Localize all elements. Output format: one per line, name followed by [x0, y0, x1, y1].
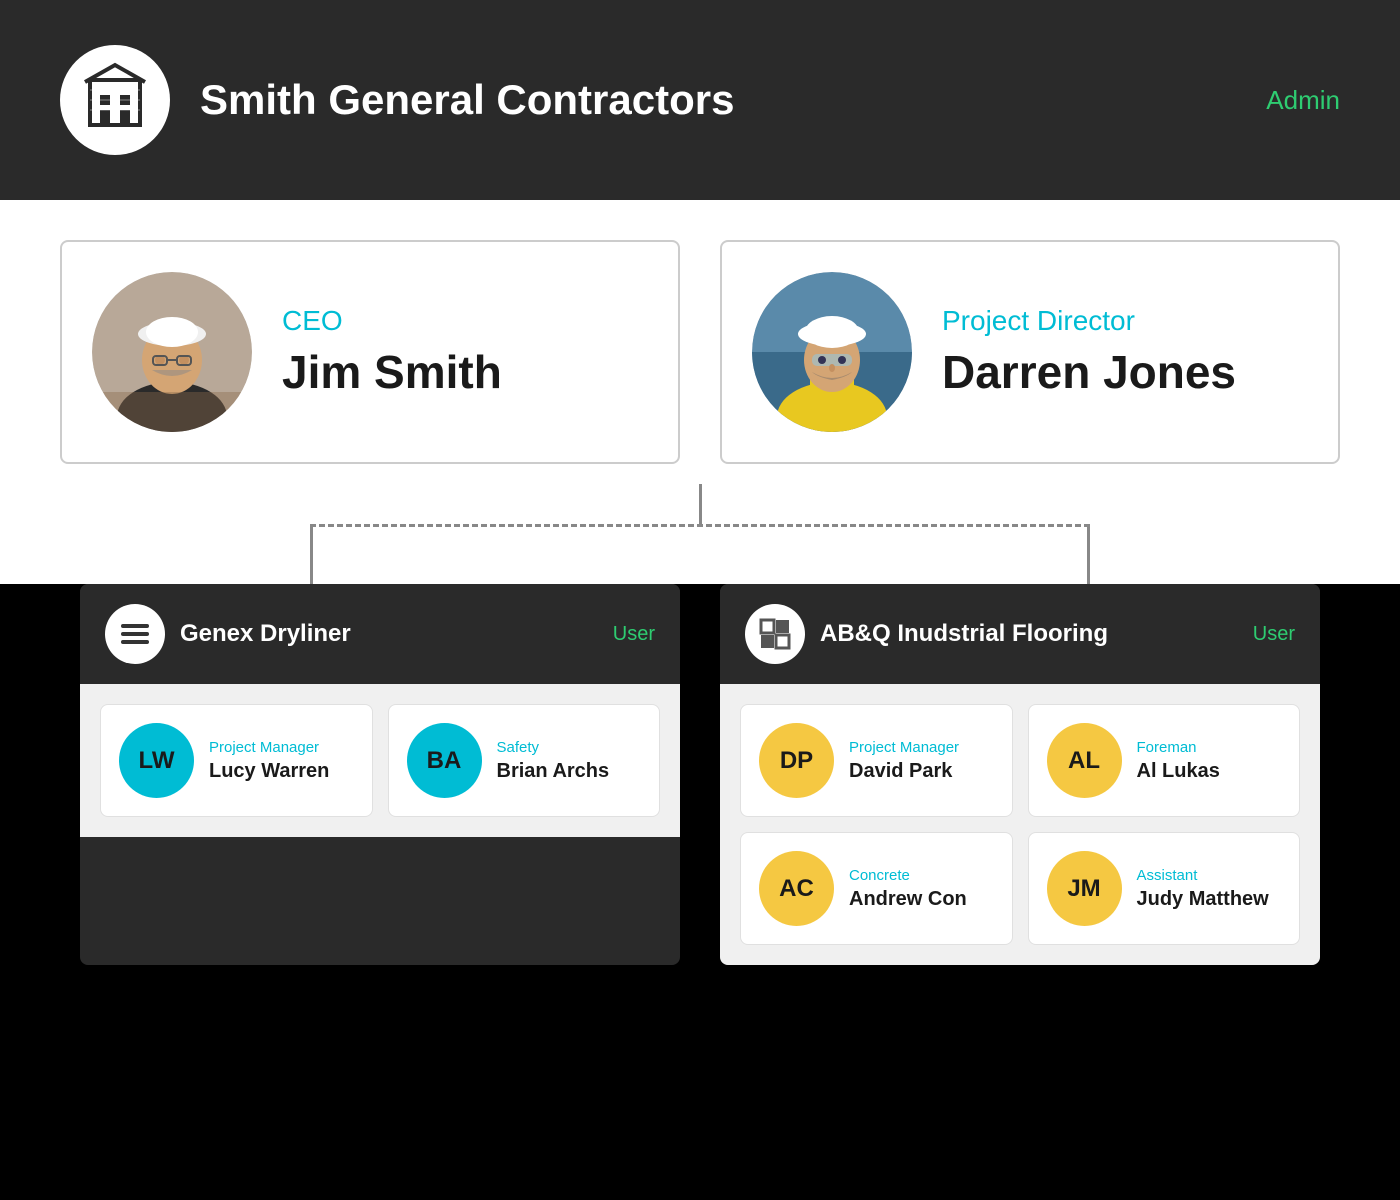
vertical-connector	[699, 484, 702, 524]
lw-info: Project Manager Lucy Warren	[209, 739, 329, 783]
header: Smith General Contractors Admin	[0, 0, 1400, 200]
ceo-photo	[92, 272, 252, 432]
avatar-al: AL	[1047, 723, 1122, 798]
abq-body: DP Project Manager David Park AL Foreman…	[720, 684, 1320, 965]
genex-logo-icon	[115, 614, 155, 654]
dp-name: David Park	[849, 760, 959, 783]
jm-name: Judy Matthew	[1137, 888, 1269, 911]
ac-name: Andrew Con	[849, 888, 967, 911]
abq-name: AB&Q Inudstrial Flooring	[820, 620, 1108, 648]
top-section: CEO Jim Smith	[0, 200, 1400, 464]
ceo-card: CEO Jim Smith	[60, 240, 680, 464]
abq-user-label: User	[1253, 623, 1295, 646]
genex-card: Genex Dryliner User LW Project Manager L…	[80, 584, 680, 965]
pd-card: Project Director Darren Jones	[720, 240, 1340, 464]
abq-logo-name: AB&Q Inudstrial Flooring	[745, 604, 1108, 664]
ceo-photo-svg	[92, 272, 252, 432]
mini-card-jm[interactable]: JM Assistant Judy Matthew	[1028, 832, 1301, 945]
genex-logo	[105, 604, 165, 664]
right-drop	[1087, 524, 1090, 584]
ba-info: Safety Brian Archs	[497, 739, 610, 783]
lw-name: Lucy Warren	[209, 760, 329, 783]
admin-label: Admin	[1266, 85, 1340, 116]
al-info: Foreman Al Lukas	[1137, 739, 1220, 783]
genex-name: Genex Dryliner	[180, 620, 351, 648]
avatar-dp: DP	[759, 723, 834, 798]
al-role: Foreman	[1137, 739, 1220, 756]
ceo-info: CEO Jim Smith	[282, 305, 502, 399]
avatar-lw: LW	[119, 723, 194, 798]
genex-body: LW Project Manager Lucy Warren BA Safety…	[80, 684, 680, 837]
jm-info: Assistant Judy Matthew	[1137, 867, 1269, 911]
building-icon	[75, 60, 155, 140]
genex-user-label: User	[613, 623, 655, 646]
al-name: Al Lukas	[1137, 760, 1220, 783]
avatar-jm: JM	[1047, 851, 1122, 926]
mini-card-al[interactable]: AL Foreman Al Lukas	[1028, 704, 1301, 817]
mini-card-ac[interactable]: AC Concrete Andrew Con	[740, 832, 1013, 945]
pd-role: Project Director	[942, 305, 1236, 337]
mini-card-ba[interactable]: BA Safety Brian Archs	[388, 704, 661, 817]
abq-card: AB&Q Inudstrial Flooring User DP Project…	[720, 584, 1320, 965]
mini-card-dp[interactable]: DP Project Manager David Park	[740, 704, 1013, 817]
jm-role: Assistant	[1137, 867, 1269, 884]
avatar-ac: AC	[759, 851, 834, 926]
pd-info: Project Director Darren Jones	[942, 305, 1236, 399]
dashed-connector-row	[0, 524, 1400, 584]
ac-info: Concrete Andrew Con	[849, 867, 967, 911]
genex-logo-name: Genex Dryliner	[105, 604, 351, 664]
left-drop	[310, 524, 313, 584]
ac-role: Concrete	[849, 867, 967, 884]
dp-info: Project Manager David Park	[849, 739, 959, 783]
connector-top	[0, 484, 1400, 524]
company-logo	[60, 45, 170, 155]
pd-name: Darren Jones	[942, 345, 1236, 399]
ba-role: Safety	[497, 739, 610, 756]
avatar-ba: BA	[407, 723, 482, 798]
pd-photo-svg	[752, 272, 912, 432]
mini-card-lw[interactable]: LW Project Manager Lucy Warren	[100, 704, 373, 817]
bottom-section: Genex Dryliner User LW Project Manager L…	[0, 584, 1400, 1025]
abq-header: AB&Q Inudstrial Flooring User	[720, 584, 1320, 684]
company-name: Smith General Contractors	[200, 76, 734, 124]
ba-name: Brian Archs	[497, 760, 610, 783]
pd-photo	[752, 272, 912, 432]
lw-role: Project Manager	[209, 739, 329, 756]
abq-logo	[745, 604, 805, 664]
dp-role: Project Manager	[849, 739, 959, 756]
spacer-top	[0, 464, 1400, 484]
header-left: Smith General Contractors	[60, 45, 734, 155]
dashed-line	[310, 524, 1090, 527]
genex-header: Genex Dryliner User	[80, 584, 680, 684]
ceo-role: CEO	[282, 305, 502, 337]
ceo-name: Jim Smith	[282, 345, 502, 399]
abq-logo-icon	[755, 614, 795, 654]
